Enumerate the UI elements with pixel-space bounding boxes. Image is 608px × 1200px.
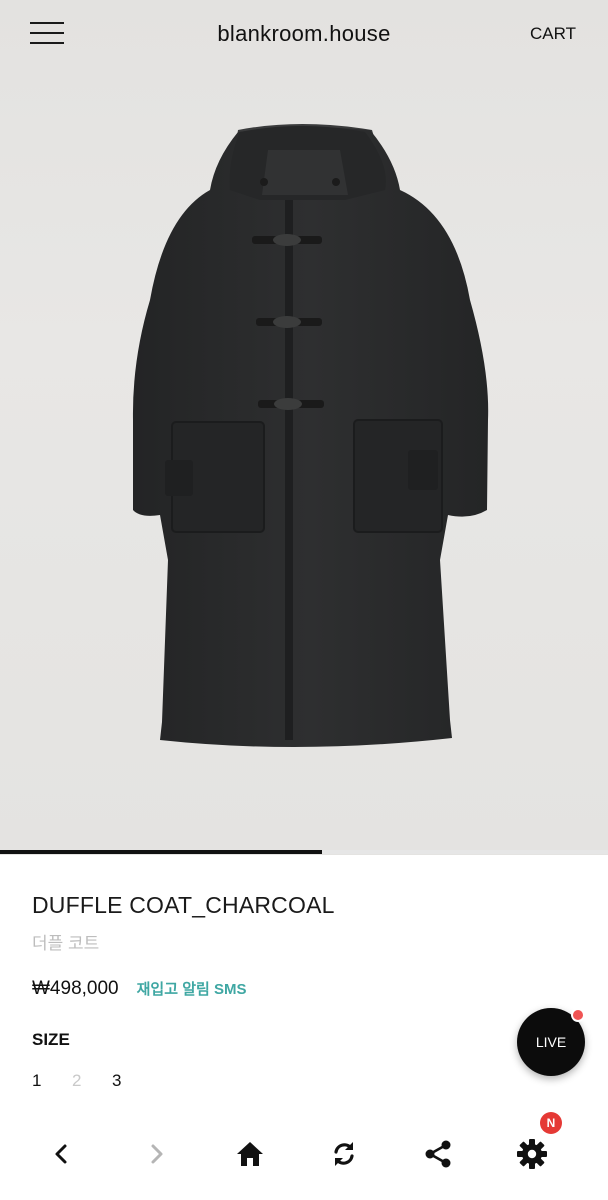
product-name-korean: 더플 코트 (32, 934, 100, 953)
restock-alert-link[interactable]: 재입고 알림 SMS (137, 978, 247, 999)
product-info: DUFFLE COAT_CHARCOAL 더플 코트 (32, 892, 572, 954)
product-price: ₩498,000 (32, 978, 119, 999)
menu-line (30, 22, 64, 24)
size-option-3[interactable]: 3 (112, 1071, 124, 1091)
share-icon[interactable] (418, 1134, 458, 1174)
product-name: DUFFLE COAT_CHARCOAL (32, 892, 335, 918)
settings-notification-badge: N (540, 1112, 562, 1134)
gallery-progress-fill (0, 850, 323, 854)
refresh-icon[interactable] (324, 1134, 364, 1174)
brand-logo[interactable]: blankroom.house (217, 21, 390, 47)
gallery-progress (0, 850, 608, 854)
price-row: ₩498,000 재입고 알림 SMS (32, 978, 246, 1000)
top-nav: blankroom.house CART (0, 0, 608, 68)
product-image[interactable] (0, 0, 608, 855)
size-option-1[interactable]: 1 (32, 1071, 44, 1091)
menu-line (30, 32, 64, 34)
cart-link[interactable]: CART (530, 24, 576, 44)
bottom-toolbar (0, 1104, 608, 1200)
size-option-2[interactable]: 2 (72, 1071, 84, 1091)
chevron-left-icon[interactable] (42, 1134, 82, 1174)
menu-line (30, 42, 64, 44)
chevron-right-icon[interactable] (136, 1134, 176, 1174)
gear-icon[interactable] (512, 1134, 552, 1174)
size-options: 1 2 3 (32, 1071, 124, 1091)
hamburger-menu-icon[interactable] (30, 20, 64, 46)
home-icon[interactable] (230, 1134, 270, 1174)
coat-illustration (132, 124, 489, 748)
live-notification-dot (571, 1008, 585, 1022)
size-heading: SIZE (32, 1030, 70, 1049)
